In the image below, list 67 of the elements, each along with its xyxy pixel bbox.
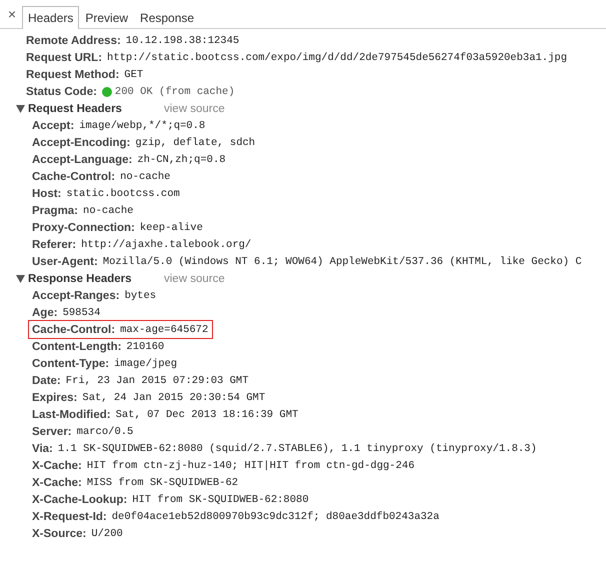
header-value: 598534 (62, 306, 100, 318)
status-dot-icon (102, 86, 112, 96)
section-title: Request Headers (28, 102, 123, 114)
disclosure-triangle-icon[interactable] (16, 274, 25, 282)
field-label: Request Method: (26, 68, 120, 80)
header-name: X-Cache: (32, 460, 82, 472)
header-name: Proxy-Connection: (32, 222, 135, 234)
header-name: Via: (32, 442, 53, 454)
header-value: static.bootcss.com (66, 188, 180, 200)
header-name: X-Cache-Lookup: (32, 494, 128, 506)
header-value: Sat, 07 Dec 2013 18:16:39 GMT (116, 408, 298, 420)
header-value: 1.1 SK-SQUIDWEB-62:8080 (squid/2.7.STABLE6), 1.1 tinyproxy (tinyproxy/1.8.3) (58, 442, 537, 454)
view-source-link[interactable]: view source (164, 102, 225, 114)
header-name: Date: (32, 374, 61, 386)
header-name: Accept-Language: (32, 154, 132, 166)
header-value: Mozilla/5.0 (Windows NT 6.1; WOW64) AppleWebKit/537.36 (KHTML, like Gecko) C (102, 256, 582, 268)
tab[interactable]: Response (134, 6, 200, 29)
header-name: User-Agent: (32, 256, 98, 268)
header-name: Content-Length: (32, 340, 122, 352)
header-name: Age: (32, 306, 58, 318)
disclosure-triangle-icon[interactable] (16, 104, 25, 112)
field-label: Remote Address: (26, 34, 121, 46)
header-name: Pragma: (32, 204, 78, 216)
field-value: 10.12.198.38:12345 (126, 34, 240, 46)
header-name: Accept: (32, 120, 74, 132)
header-value: U/200 (91, 528, 123, 540)
field-value: GET (124, 68, 144, 80)
header-value: image/jpeg (114, 358, 178, 370)
header-name: Accept-Encoding: (32, 136, 130, 148)
header-name: Last-Modified: (32, 408, 111, 420)
header-value: marco/0.5 (76, 426, 134, 438)
header-name: Cache-Control: (32, 324, 116, 336)
header-value: bytes (124, 290, 156, 302)
tab[interactable]: Preview (79, 6, 134, 29)
header-value: MISS from SK-SQUIDWEB-62 (86, 476, 238, 488)
field-label: Request URL: (26, 52, 102, 64)
header-name: Accept-Ranges: (32, 290, 120, 302)
tab[interactable]: Headers (22, 6, 80, 29)
field-value: 200 OK (from cache) (114, 86, 235, 98)
field-value: http://static.bootcss.com/expo/img/d/dd/2de797545de56274f03a5920eb3a1.jpg (107, 52, 568, 64)
view-source-link[interactable]: view source (164, 272, 225, 284)
header-name: Cache-Control: (32, 170, 116, 182)
header-value: max-age=645672 (120, 324, 208, 336)
header-name: Host: (32, 188, 62, 200)
header-value: keep-alive (140, 222, 203, 234)
header-name: X-Source: (32, 528, 86, 540)
header-value: image/webp,*/*;q=0.8 (79, 120, 206, 132)
field-label: Status Code: (26, 86, 97, 98)
header-name: Expires: (32, 392, 78, 404)
header-value: no-cache (83, 204, 134, 216)
header-name: Server: (32, 426, 72, 438)
header-value: HIT from ctn-zj-huz-140; HIT|HIT from ctn-gd-dgg-246 (86, 460, 415, 472)
header-value: gzip, deflate, sdch (135, 136, 256, 148)
header-value: Sat, 24 Jan 2015 20:30:54 GMT (82, 392, 266, 404)
close-button[interactable]: × (4, 6, 20, 22)
header-value: no-cache (120, 170, 170, 182)
header-name: X-Cache: (32, 476, 82, 488)
header-value: de0f04ace1eb52d800970b93c9dc312f; d80ae3ddfb0243a32a (112, 510, 440, 522)
header-name: X-Request-Id: (32, 510, 107, 522)
header-value: Fri, 23 Jan 2015 07:29:03 GMT (66, 374, 248, 386)
header-value: HIT from SK-SQUIDWEB-62:8080 (132, 494, 309, 506)
header-name: Referer: (32, 238, 76, 250)
header-value: 210160 (126, 340, 164, 352)
section-title: Response Headers (28, 272, 133, 284)
header-value: zh-CN,zh;q=0.8 (137, 154, 226, 166)
header-name: Content-Type: (32, 358, 110, 370)
header-value: http://ajaxhe.talebook.org/ (81, 238, 252, 250)
